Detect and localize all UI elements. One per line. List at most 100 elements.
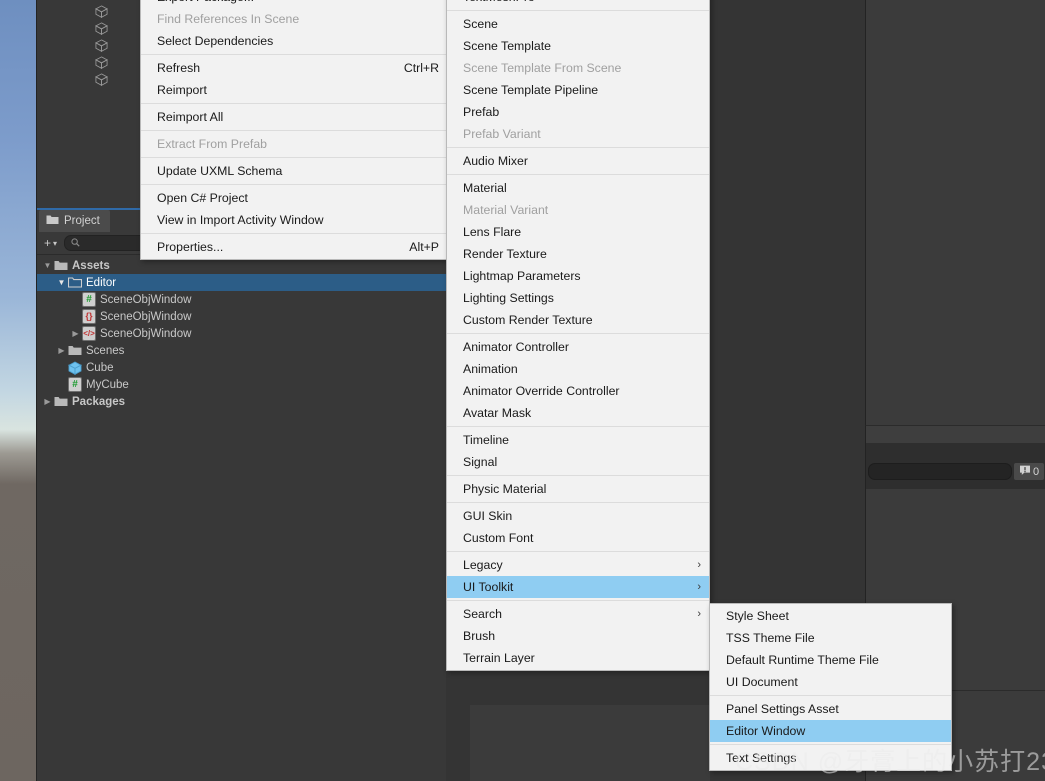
menu-item-label: Signal: [463, 455, 498, 469]
menu-item[interactable]: Search ›: [447, 603, 709, 625]
folder-icon: [54, 259, 68, 273]
menu-separator: [710, 695, 951, 696]
folder-open-icon: [68, 276, 82, 290]
menu-item[interactable]: Custom Font: [447, 527, 709, 549]
menu-item[interactable]: Panel Settings Asset: [710, 698, 951, 720]
chevron-right-icon[interactable]: ▶: [69, 325, 82, 342]
menu-item[interactable]: UI Document: [710, 671, 951, 693]
project-tree-item[interactable]: ▶ Scenes: [37, 342, 447, 359]
menu-item[interactable]: TextMeshPro ›: [447, 0, 709, 8]
menu-item-label: Lightmap Parameters: [463, 269, 581, 283]
menu-item: Prefab Variant: [447, 123, 709, 145]
menu-item[interactable]: Export Package...: [141, 0, 447, 8]
menu-item[interactable]: Scene Template: [447, 35, 709, 57]
chevron-down-icon[interactable]: ▼: [55, 274, 68, 291]
menu-item: Material Variant: [447, 199, 709, 221]
menu-item[interactable]: Avatar Mask: [447, 402, 709, 424]
menu-item-label: Reimport All: [157, 110, 224, 124]
menu-item[interactable]: Custom Render Texture: [447, 309, 709, 331]
menu-separator: [447, 10, 709, 11]
project-search-input[interactable]: [64, 235, 151, 251]
menu-item-label: GUI Skin: [463, 509, 513, 523]
menu-item[interactable]: View in Import Activity Window: [141, 209, 447, 231]
menu-separator: [447, 174, 709, 175]
menu-item-label: Terrain Layer: [463, 651, 535, 665]
menu-item-label: Editor Window: [726, 724, 806, 738]
menu-item[interactable]: Audio Mixer: [447, 150, 709, 172]
menu-item[interactable]: Render Texture: [447, 243, 709, 265]
menu-item[interactable]: Default Runtime Theme File: [710, 649, 951, 671]
menu-item[interactable]: Editor Window: [710, 720, 951, 742]
menu-item[interactable]: Scene: [447, 13, 709, 35]
menu-item[interactable]: Reimport All: [141, 106, 447, 128]
scene-viewport[interactable]: [0, 0, 36, 781]
menu-item[interactable]: Lens Flare: [447, 221, 709, 243]
menu-item[interactable]: Animation: [447, 358, 709, 380]
project-tree-item-label: SceneObjWindow: [100, 310, 192, 323]
ui-toolkit-submenu[interactable]: Style Sheet TSS Theme File Default Runtime…: [709, 603, 952, 771]
menu-item[interactable]: Signal: [447, 451, 709, 473]
menu-item[interactable]: Properties... Alt+P: [141, 236, 447, 258]
menu-item[interactable]: Physic Material: [447, 478, 709, 500]
menu-item[interactable]: Open C# Project: [141, 187, 447, 209]
console-warning-counter[interactable]: 0: [1014, 463, 1044, 480]
menu-item[interactable]: Animator Override Controller: [447, 380, 709, 402]
tab-project[interactable]: Project: [39, 210, 110, 232]
menu-item[interactable]: Select Dependencies: [141, 30, 447, 52]
menu-item-label: Open C# Project: [157, 191, 248, 205]
assets-context-menu[interactable]: Export Package... Find References In Scen…: [140, 0, 448, 260]
menu-item: Find References In Scene: [141, 8, 447, 30]
project-tree-item[interactable]: ▶ </> SceneObjWindow: [37, 325, 447, 342]
menu-item[interactable]: Scene Template Pipeline: [447, 79, 709, 101]
menu-item[interactable]: Style Sheet: [710, 605, 951, 627]
menu-item[interactable]: Lightmap Parameters: [447, 265, 709, 287]
console-search-input[interactable]: [868, 463, 1012, 480]
menu-item[interactable]: Terrain Layer: [447, 647, 709, 669]
menu-item-label: UI Document: [726, 675, 798, 689]
project-tree-item[interactable]: # SceneObjWindow: [37, 291, 447, 308]
chevron-right-icon[interactable]: ▶: [41, 393, 54, 410]
menu-item[interactable]: Lighting Settings: [447, 287, 709, 309]
menu-item[interactable]: Reimport: [141, 79, 447, 101]
menu-item-label: Custom Render Texture: [463, 313, 593, 327]
project-tree-item[interactable]: Cube: [37, 359, 447, 376]
plus-icon: +: [44, 236, 52, 250]
create-submenu[interactable]: TextMeshPro › Scene Scene Template Scene Tem…: [446, 0, 710, 671]
menu-item[interactable]: Brush: [447, 625, 709, 647]
menu-item[interactable]: Timeline: [447, 429, 709, 451]
menu-item[interactable]: Refresh Ctrl+R: [141, 57, 447, 79]
project-asset-tree[interactable]: ▼ Assets ▼ Editor # SceneObjWindow {} SceneObjW…: [37, 255, 447, 410]
menu-separator: [447, 426, 709, 427]
project-tree-item-label: Assets: [72, 259, 110, 272]
console-toolbar: 0: [868, 462, 1044, 481]
menu-item[interactable]: Prefab: [447, 101, 709, 123]
menu-item[interactable]: Legacy ›: [447, 554, 709, 576]
menu-item-label: Scene Template Pipeline: [463, 83, 599, 97]
chevron-down-icon[interactable]: ▼: [41, 257, 54, 274]
menu-item[interactable]: Text Settings: [710, 747, 951, 769]
project-tree-item[interactable]: {} SceneObjWindow: [37, 308, 447, 325]
menu-item-label: Render Texture: [463, 247, 547, 261]
menu-item[interactable]: Material: [447, 177, 709, 199]
menu-separator: [141, 233, 447, 234]
project-tree-item-label: Packages: [72, 395, 126, 408]
menu-item[interactable]: Update UXML Schema: [141, 160, 447, 182]
menu-item: Scene Template From Scene: [447, 57, 709, 79]
menu-item-label: Scene Template From Scene: [463, 61, 622, 75]
menu-item-label: Find References In Scene: [157, 12, 300, 26]
menu-separator: [447, 475, 709, 476]
chevron-right-icon[interactable]: ▶: [55, 342, 68, 359]
menu-item[interactable]: TSS Theme File: [710, 627, 951, 649]
project-tree-item[interactable]: ▶ Packages: [37, 393, 447, 410]
menu-item[interactable]: GUI Skin: [447, 505, 709, 527]
project-tree-item[interactable]: ▼ Editor: [37, 274, 447, 291]
menu-item[interactable]: Animator Controller: [447, 336, 709, 358]
menu-item[interactable]: UI Toolkit ›: [447, 576, 709, 598]
add-asset-button[interactable]: + ▾: [41, 235, 60, 251]
menu-item-label: Scene Template: [463, 39, 551, 53]
uss-file-icon: {}: [82, 309, 96, 324]
project-tree-item-label: MyCube: [86, 378, 129, 391]
project-tree-item[interactable]: # MyCube: [37, 376, 447, 393]
